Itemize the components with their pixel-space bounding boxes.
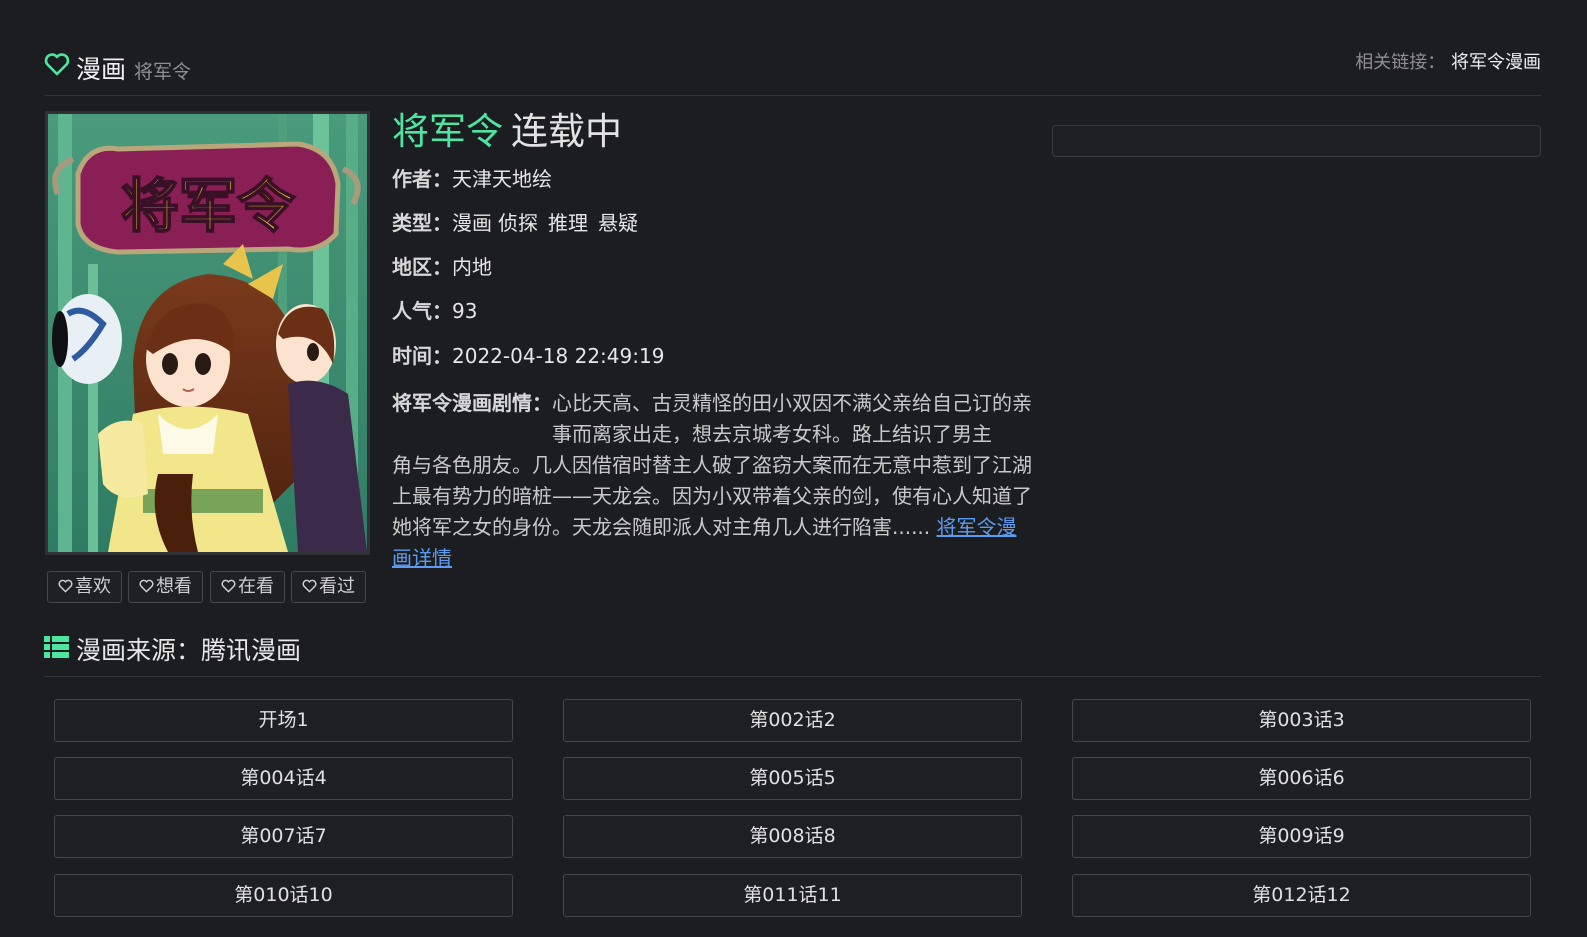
list-icon — [44, 636, 69, 658]
want-label: 想看 — [156, 576, 192, 597]
category-subtitle: 将军令 — [134, 61, 192, 83]
type-tag[interactable]: 推理 — [548, 211, 588, 235]
related-link[interactable]: 将军令漫画 — [1451, 52, 1541, 73]
time-label: 时间： — [392, 344, 452, 368]
related-label: 相关链接： — [1355, 52, 1446, 73]
synopsis-first: 将军令漫画剧情： 心比天高、古灵精怪的田小双因不满父亲给自己订的亲事而离家出走，… — [392, 388, 1036, 450]
type-tag[interactable]: 漫画 — [452, 211, 492, 235]
chapter-button[interactable]: 第002话2 — [563, 699, 1022, 742]
region-label: 地区： — [392, 255, 452, 279]
time-value: 2022-04-18 22:49:19 — [452, 344, 665, 368]
reading-label: 在看 — [238, 576, 274, 597]
heart-icon — [58, 579, 73, 593]
category-title: 漫画 — [76, 55, 127, 84]
chapter-button[interactable]: 第008话8 — [563, 815, 1022, 858]
heart-icon — [139, 579, 154, 593]
synopsis-intro: 心比天高、古灵精怪的田小双因不满父亲给自己订的亲事而离家出走，想去京城考女科。路… — [552, 391, 1032, 446]
chapter-button[interactable]: 第010话10 — [54, 874, 513, 917]
chapter-button[interactable]: 第009话9 — [1072, 815, 1531, 858]
chapter-button[interactable]: 第003话3 — [1072, 699, 1531, 742]
region-row: 地区：内地 — [392, 253, 492, 281]
reading-button[interactable]: 在看 — [210, 571, 285, 603]
like-label: 喜欢 — [75, 576, 111, 597]
chapter-button[interactable]: 第012话12 — [1072, 874, 1531, 917]
type-tag[interactable]: 悬疑 — [598, 211, 638, 235]
heart-icon — [302, 579, 317, 593]
type-row: 类型：漫画 侦探 推理 悬疑 — [392, 209, 648, 237]
author-label: 作者： — [392, 167, 452, 191]
chapter-button[interactable]: 第007话7 — [54, 815, 513, 858]
chapter-button[interactable]: 第005话5 — [563, 757, 1022, 800]
popularity-row: 人气：93 — [392, 297, 477, 325]
page-header: 漫画 将军令 相关链接： 将军令漫画 — [44, 40, 1541, 96]
synopsis-label: 将军令漫画剧情： — [392, 391, 552, 415]
want-to-read-button[interactable]: 想看 — [128, 571, 203, 603]
comic-title: 将军令 连载中 — [392, 108, 1036, 156]
comic-info: 将军令 连载中 作者：天津天地绘 类型：漫画 侦探 推理 悬疑 地区：内地 人气：93 … — [392, 108, 1036, 570]
read-label: 看过 — [319, 576, 355, 597]
side-panel-box — [1052, 125, 1541, 157]
author-row: 作者：天津天地绘 — [392, 165, 552, 193]
region-value: 内地 — [452, 255, 492, 279]
comic-cover[interactable]: 将军令 — [45, 111, 370, 555]
synopsis: 将军令漫画剧情： 心比天高、古灵精怪的田小双因不满父亲给自己订的亲事而离家出走，… — [392, 388, 1036, 574]
type-tag[interactable]: 侦探 — [498, 211, 538, 235]
popularity-label: 人气： — [392, 299, 452, 323]
author-value[interactable]: 天津天地绘 — [452, 167, 552, 191]
popularity-value: 93 — [452, 299, 478, 323]
chapter-button[interactable]: 第011话11 — [563, 874, 1022, 917]
heart-icon — [221, 579, 236, 593]
like-button[interactable]: 喜欢 — [47, 571, 122, 603]
comic-name: 将军令 — [392, 110, 503, 153]
time-row: 时间：2022-04-18 22:49:19 — [392, 342, 664, 370]
related-links: 相关链接： 将军令漫画 — [1355, 48, 1541, 74]
chapter-button[interactable]: 开场1 — [54, 699, 513, 742]
read-button[interactable]: 看过 — [291, 571, 366, 603]
source-header: 漫画来源：腾讯漫画 — [44, 628, 1541, 677]
cover-art: 将军令 — [48, 114, 367, 552]
heart-icon — [44, 53, 70, 76]
chapter-button[interactable]: 第006话6 — [1072, 757, 1531, 800]
source-label: 漫画来源：腾讯漫画 — [76, 636, 302, 665]
cover-title-text: 将军令 — [121, 172, 296, 240]
type-label: 类型： — [392, 211, 452, 235]
comic-status: 连载中 — [511, 110, 622, 153]
chapter-button[interactable]: 第004话4 — [54, 757, 513, 800]
